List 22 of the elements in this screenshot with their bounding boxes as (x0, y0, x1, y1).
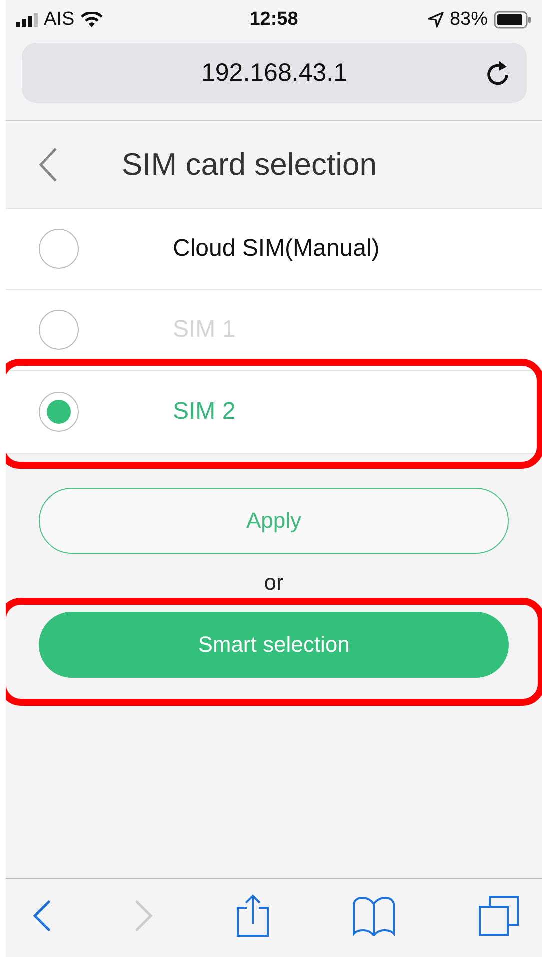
battery-percent: 83% (450, 9, 488, 31)
signal-icon (16, 13, 38, 27)
address-bar[interactable]: 192.168.43.1 (22, 43, 527, 103)
clock-time: 12:58 (250, 9, 298, 31)
book-icon[interactable] (352, 896, 396, 936)
back-chevron-icon[interactable] (38, 146, 58, 182)
carrier-name: AIS (44, 9, 75, 31)
reload-icon[interactable] (485, 59, 511, 87)
radio-button[interactable] (39, 229, 79, 269)
or-separator: or (264, 570, 284, 596)
tabs-icon[interactable] (478, 895, 520, 937)
option-label[interactable]: SIM 2 (173, 398, 236, 426)
radio-button[interactable] (39, 392, 79, 432)
share-icon[interactable] (236, 894, 270, 938)
option-label[interactable]: Cloud SIM(Manual) (173, 235, 380, 263)
smart-selection-button[interactable]: Smart selection (39, 612, 509, 678)
apply-button[interactable]: Apply (39, 488, 509, 554)
wifi-icon (80, 12, 103, 28)
back-icon[interactable] (32, 900, 52, 932)
location-arrow-icon (428, 12, 444, 28)
page-title: SIM card selection (122, 146, 377, 182)
battery-icon (494, 11, 532, 29)
